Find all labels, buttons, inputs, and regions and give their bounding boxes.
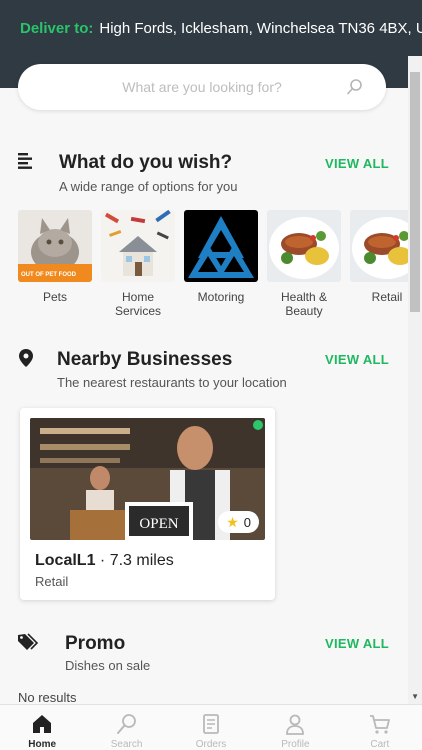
category-carousel[interactable]: OUT OF PET FOOD Pets Home Services Motor… bbox=[18, 210, 408, 320]
nav-home[interactable]: Home bbox=[0, 705, 84, 750]
nearby-section-subtitle: The nearest restaurants to your location bbox=[57, 375, 287, 390]
category-home-services[interactable]: Home Services bbox=[101, 210, 175, 320]
category-retail[interactable]: Retail bbox=[350, 210, 408, 320]
category-health-beauty[interactable]: Health & Beauty bbox=[267, 210, 341, 320]
nav-label: Search bbox=[110, 739, 143, 750]
location-pin-icon bbox=[19, 349, 33, 367]
nav-label: Orders bbox=[195, 739, 227, 750]
deliver-label: Deliver to: bbox=[20, 19, 94, 37]
pets-image: OUT OF PET FOOD bbox=[18, 210, 92, 282]
business-title: LocalL1 bbox=[35, 552, 96, 569]
scrollbar-thumb[interactable] bbox=[410, 72, 420, 312]
delivery-address[interactable]: High Fords, Icklesham, Winchelsea TN36 4… bbox=[99, 20, 422, 37]
business-type: Retail bbox=[35, 574, 69, 589]
category-pets[interactable]: OUT OF PET FOOD Pets bbox=[18, 210, 92, 320]
orders-icon bbox=[203, 714, 219, 734]
promo-section-title: Promo bbox=[65, 633, 126, 654]
motoring-image bbox=[184, 210, 258, 282]
nav-orders[interactable]: Orders bbox=[169, 705, 253, 750]
business-card[interactable]: OPEN ★ 0 LocalL1 · 7.3 miles Retail bbox=[20, 408, 275, 600]
list-icon bbox=[18, 153, 32, 169]
tag-icon bbox=[18, 633, 39, 650]
business-distance: · 7.3 miles bbox=[95, 552, 174, 569]
profile-icon bbox=[286, 714, 305, 735]
promo-section-subtitle: Dishes on sale bbox=[65, 658, 151, 673]
scroll-down-arrow-icon[interactable]: ▼ bbox=[411, 692, 419, 701]
home-services-image bbox=[101, 210, 175, 282]
cart-icon bbox=[369, 715, 390, 734]
star-icon: ★ bbox=[226, 513, 239, 530]
bottom-navigation: Home Search Orders Profile Cart bbox=[0, 704, 422, 750]
nav-label: Cart bbox=[370, 739, 390, 750]
nav-cart[interactable]: Cart bbox=[338, 705, 422, 750]
category-motoring[interactable]: Motoring bbox=[184, 210, 258, 320]
promo-view-all-link[interactable]: VIEW ALL bbox=[325, 636, 389, 651]
wish-section-title: What do you wish? bbox=[59, 152, 233, 173]
business-name: LocalL1 · 7.3 miles bbox=[35, 552, 174, 570]
wish-section-subtitle: A wide range of options for you bbox=[59, 179, 238, 194]
nearby-section-title: Nearby Businesses bbox=[57, 349, 233, 370]
promo-empty-text: No results bbox=[18, 690, 77, 705]
search-icon[interactable] bbox=[346, 78, 364, 96]
rating-badge: ★ 0 bbox=[218, 511, 259, 533]
deliver-bar[interactable]: Deliver to: High Fords, Icklesham, Winch… bbox=[0, 0, 422, 56]
open-status-dot bbox=[253, 420, 263, 430]
nearby-view-all-link[interactable]: VIEW ALL bbox=[325, 352, 389, 367]
app-screen: Deliver to: High Fords, Icklesham, Winch… bbox=[0, 0, 422, 750]
rating-value: 0 bbox=[243, 514, 251, 530]
open-sign-text: OPEN bbox=[139, 516, 178, 532]
health-beauty-image bbox=[267, 210, 341, 282]
category-label: Health & Beauty bbox=[280, 290, 328, 318]
nav-search[interactable]: Search bbox=[84, 705, 168, 750]
nav-profile[interactable]: Profile bbox=[253, 705, 337, 750]
search-icon bbox=[116, 714, 136, 734]
category-label: Retail bbox=[371, 290, 403, 304]
search-bar[interactable] bbox=[18, 64, 386, 110]
retail-image bbox=[350, 210, 408, 282]
home-icon bbox=[33, 715, 52, 733]
nav-label: Profile bbox=[281, 739, 310, 750]
category-label: Motoring bbox=[197, 290, 245, 304]
search-input[interactable] bbox=[72, 79, 332, 95]
wish-view-all-link[interactable]: VIEW ALL bbox=[325, 156, 389, 171]
category-label: Pets bbox=[42, 290, 67, 304]
category-label: Home Services bbox=[114, 290, 161, 318]
nav-label: Home bbox=[28, 739, 57, 750]
svg-text:OUT OF PET FOOD: OUT OF PET FOOD bbox=[21, 272, 77, 278]
